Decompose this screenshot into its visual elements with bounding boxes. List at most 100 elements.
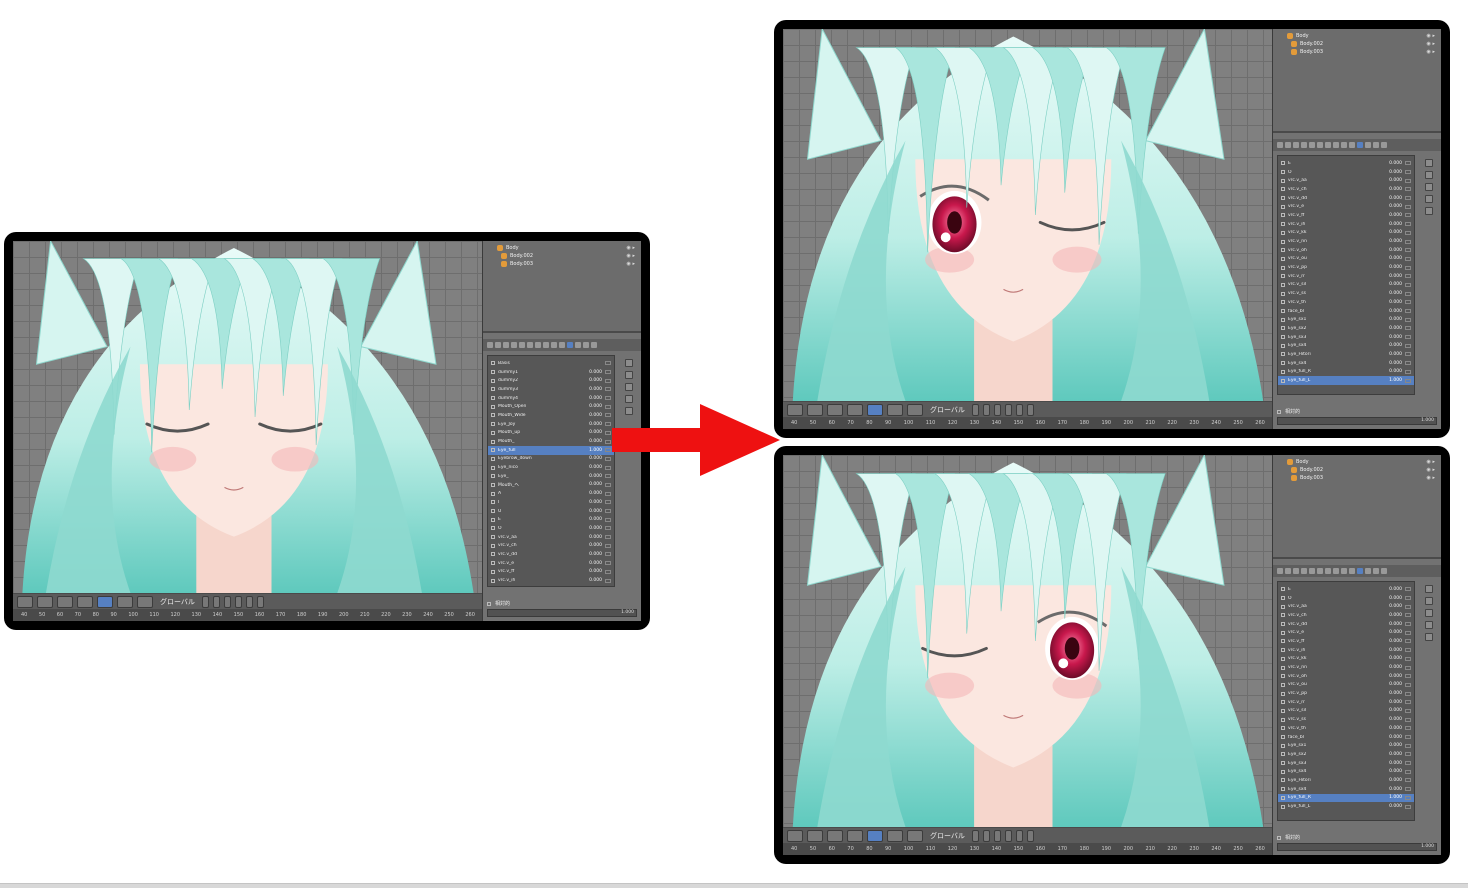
shape-key-value[interactable]: 0.000 — [584, 430, 602, 435]
shape-key-value[interactable]: 0.000 — [584, 569, 602, 574]
shape-key-value[interactable]: 0.000 — [1384, 674, 1402, 679]
properties-tab-icon[interactable] — [1341, 568, 1347, 574]
shape-key-value[interactable]: 0.000 — [1384, 752, 1402, 757]
shape-key-mute-toggle[interactable] — [1405, 743, 1411, 748]
shape-key-mute-toggle[interactable] — [1405, 291, 1411, 296]
relative-checkbox[interactable] — [487, 601, 491, 606]
shape-key-mute-toggle[interactable] — [605, 439, 611, 444]
shape-key-value[interactable]: 0.000 — [584, 413, 602, 418]
add-shape-key-button[interactable] — [625, 359, 633, 367]
shape-key-value[interactable]: 0.000 — [1384, 335, 1402, 340]
shape-key-value[interactable]: 0.000 — [1384, 291, 1402, 296]
shape-key-checkbox[interactable] — [1281, 613, 1285, 618]
shape-key-row[interactable]: Eye_sx4 0.000 — [1278, 785, 1414, 794]
shape-key-row[interactable]: Basis — [488, 359, 614, 368]
viewport-header-button[interactable] — [17, 595, 33, 608]
shape-key-mute-toggle[interactable] — [1405, 717, 1411, 722]
shape-key-mute-toggle[interactable] — [1405, 795, 1411, 800]
shape-key-row[interactable]: vrc.v_oh 0.000 — [1278, 672, 1414, 681]
relative-checkbox[interactable] — [1277, 835, 1281, 840]
shape-key-value[interactable]: 0.000 — [1384, 204, 1402, 209]
shape-key-mute-toggle[interactable] — [1405, 648, 1411, 653]
shape-key-value[interactable]: 0.000 — [1384, 656, 1402, 661]
shape-key-row[interactable]: I 0.000 — [488, 498, 614, 507]
shape-key-checkbox[interactable] — [1281, 213, 1285, 218]
shape-key-mute-toggle[interactable] — [1405, 787, 1411, 792]
shape-key-mute-toggle[interactable] — [605, 535, 611, 540]
shape-key-mute-toggle[interactable] — [1405, 604, 1411, 609]
shape-key-value[interactable]: 0.000 — [1384, 317, 1402, 322]
properties-tab-icon[interactable] — [1301, 568, 1307, 574]
shape-key-row[interactable]: vrc.v_dd 0.000 — [1278, 620, 1414, 629]
shape-key-mute-toggle[interactable] — [605, 387, 611, 392]
shape-key-row[interactable]: vrc.v_oh 0.000 — [1278, 246, 1414, 255]
shape-key-row[interactable]: Eye_sx1 0.000 — [1278, 741, 1414, 750]
shape-key-checkbox[interactable] — [1281, 187, 1285, 192]
shape-key-mute-toggle[interactable] — [1405, 335, 1411, 340]
shape-key-value-slider[interactable]: 1.000 — [487, 608, 637, 617]
shape-key-checkbox[interactable] — [1281, 222, 1285, 227]
shape-key-row[interactable]: vrc.v_e 0.000 — [1278, 628, 1414, 637]
shape-key-mute-toggle[interactable] — [605, 578, 611, 583]
shape-key-value[interactable]: 0.000 — [1384, 239, 1402, 244]
shape-key-row[interactable]: Eye_sx2 0.000 — [1278, 324, 1414, 333]
layer-button[interactable] — [982, 829, 990, 842]
shape-key-value[interactable]: 0.000 — [1384, 639, 1402, 644]
shape-key-row[interactable]: Eye_ 0.000 — [488, 472, 614, 481]
shape-key-value[interactable]: 0.000 — [1384, 778, 1402, 783]
properties-tab-icon[interactable] — [1277, 568, 1283, 574]
layer-button[interactable] — [212, 595, 220, 608]
shape-key-value[interactable]: 0.000 — [1384, 256, 1402, 261]
shape-key-row[interactable]: vrc.v_rr 0.000 — [1278, 272, 1414, 281]
shape-key-mute-toggle[interactable] — [1405, 222, 1411, 227]
shape-key-mute-toggle[interactable] — [1405, 587, 1411, 592]
remove-shape-key-button[interactable] — [625, 371, 633, 379]
shape-key-value[interactable]: 0.000 — [1384, 604, 1402, 609]
move-up-button[interactable] — [1425, 195, 1433, 203]
shape-key-mute-toggle[interactable] — [1405, 170, 1411, 175]
shape-key-value[interactable]: 0.000 — [584, 526, 602, 531]
shape-key-row[interactable]: U 0.000 — [488, 507, 614, 516]
layer-button[interactable] — [971, 829, 979, 842]
shape-key-row[interactable]: vrc.v_aa 0.000 — [488, 533, 614, 542]
add-shape-key-button[interactable] — [1425, 159, 1433, 167]
layer-button[interactable] — [971, 403, 979, 416]
shape-key-checkbox[interactable] — [1281, 256, 1285, 261]
shape-key-value[interactable]: 0.000 — [1384, 735, 1402, 740]
properties-tab-icon[interactable] — [535, 342, 541, 348]
shape-key-mute-toggle[interactable] — [1405, 352, 1411, 357]
shape-key-value[interactable]: 0.000 — [584, 491, 602, 496]
shape-key-value[interactable]: 0.000 — [1384, 761, 1402, 766]
properties-tab-icon[interactable] — [503, 342, 509, 348]
outliner-item[interactable]: Body ◉ ▸ — [1279, 32, 1435, 40]
shape-key-mute-toggle[interactable] — [1405, 300, 1411, 305]
viewport-header-button[interactable] — [847, 829, 863, 842]
shape-key-checkbox[interactable] — [491, 517, 495, 522]
shape-key-row[interactable]: vrc.v_sil 0.000 — [1278, 281, 1414, 290]
shape-key-checkbox[interactable] — [1281, 735, 1285, 740]
shape-key-checkbox[interactable] — [1281, 265, 1285, 270]
shape-key-row[interactable]: vrc.v_nn 0.000 — [1278, 237, 1414, 246]
layer-button[interactable] — [256, 595, 264, 608]
shape-key-checkbox[interactable] — [491, 578, 495, 583]
shape-key-checkbox[interactable] — [1281, 804, 1285, 809]
shape-key-checkbox[interactable] — [1281, 630, 1285, 635]
move-down-button[interactable] — [1425, 633, 1433, 641]
properties-tab-icon[interactable] — [1277, 142, 1283, 148]
properties-tab-icon[interactable] — [583, 342, 589, 348]
shape-key-mute-toggle[interactable] — [605, 404, 611, 409]
visibility-icon[interactable]: ◉ ▸ — [627, 253, 635, 259]
shape-key-row[interactable]: vrc.v_e 0.000 — [488, 559, 614, 568]
shape-key-value[interactable]: 0.000 — [584, 517, 602, 522]
shape-key-checkbox[interactable] — [1281, 361, 1285, 366]
shape-key-mute-toggle[interactable] — [1405, 804, 1411, 809]
properties-tab-icon[interactable] — [1325, 142, 1331, 148]
properties-tab-icon[interactable] — [1349, 142, 1355, 148]
shape-key-row[interactable]: E 0.000 — [1278, 585, 1414, 594]
shape-key-value[interactable]: 0.000 — [1384, 282, 1402, 287]
shape-key-checkbox[interactable] — [1281, 317, 1285, 322]
shape-key-checkbox[interactable] — [491, 552, 495, 557]
shape-key-mute-toggle[interactable] — [605, 561, 611, 566]
shape-key-mute-toggle[interactable] — [605, 500, 611, 505]
shape-key-checkbox[interactable] — [491, 422, 495, 427]
